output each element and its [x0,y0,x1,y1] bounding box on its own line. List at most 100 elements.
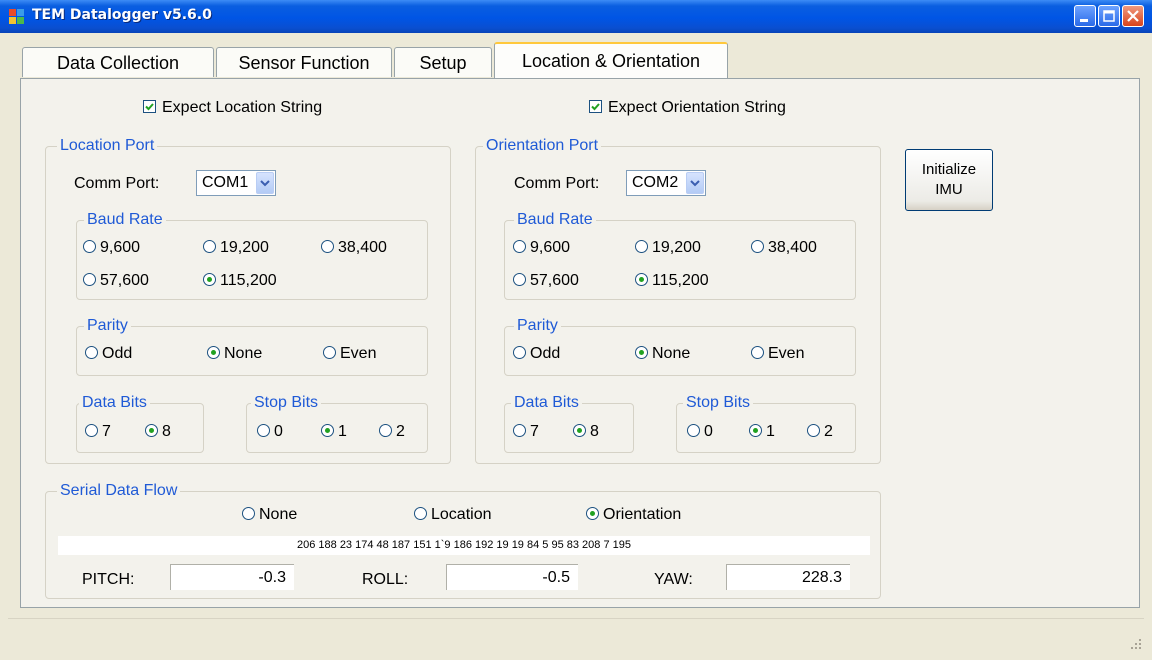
stop-bits-group: Stop Bits 0 1 2 [246,394,428,453]
data-bits-radio-8[interactable]: 8 [145,423,171,443]
roll-value-field[interactable]: -0.5 [446,564,578,590]
baud-radio-19200[interactable]: 19,200 [203,239,269,259]
radio-circle [573,424,586,437]
flow-radio-none[interactable]: None [242,506,297,526]
pitch-value-field[interactable]: -0.3 [170,564,294,590]
stop-bits-radio-2[interactable]: 2 [379,423,405,443]
baud-radio-9600[interactable]: 9,600 [83,239,140,259]
radio-label: 0 [274,423,283,440]
radio-circle [513,273,526,286]
radio-label: 57,600 [100,272,149,289]
tab-label: Setup [419,53,467,73]
baud-radio-9600[interactable]: 9,600 [513,239,570,259]
serial-data-flow-group: Serial Data Flow None Location Orientati… [45,482,881,599]
radio-label: 1 [766,423,775,440]
comm-port-select[interactable]: COM2 [626,170,706,196]
checkmark-icon [145,103,154,111]
comm-port-select[interactable]: COM1 [196,170,276,196]
radio-circle [687,424,700,437]
data-bits-group: Data Bits 7 8 [504,394,634,453]
radio-label: 19,200 [652,239,701,256]
chevron-down-icon [260,180,270,187]
parity-radio-none[interactable]: None [635,345,690,365]
baud-radio-38400[interactable]: 38,400 [321,239,387,259]
tab-panel: Expect Location String Expect Orientatio… [20,78,1140,608]
parity-radio-none[interactable]: None [207,345,262,365]
radio-label: None [224,345,263,362]
close-button[interactable] [1122,5,1144,27]
radio-label: Odd [102,345,133,362]
radio-label: 1 [338,423,347,440]
tab-setup[interactable]: Setup [394,47,492,77]
radio-circle [751,346,764,359]
dropdown-button[interactable] [256,172,274,194]
parity-radio-odd[interactable]: Odd [513,345,560,365]
radio-label: Even [768,345,805,362]
tab-sensor-function[interactable]: Sensor Function [216,47,392,77]
radio-label: 8 [162,423,171,440]
tab-data-collection[interactable]: Data Collection [22,47,214,77]
yaw-label: YAW: [654,571,693,588]
data-bits-group: Data Bits 7 8 [76,394,204,453]
stop-bits-radio-1[interactable]: 1 [749,423,775,443]
comm-port-label: Comm Port: [74,175,160,192]
tab-label: Location & Orientation [521,51,701,71]
radio-circle [635,240,648,253]
radio-circle [85,346,98,359]
parity-group: Parity Odd None Even [76,317,428,376]
baud-rate-group: Baud Rate 9,600 19,200 38,400 57,600 115… [504,211,856,300]
group-title: Baud Rate [514,211,596,229]
tab-location-orientation[interactable]: Location & Orientation [494,42,728,78]
radio-circle [586,507,599,520]
stop-bits-radio-1[interactable]: 1 [321,423,347,443]
flow-radio-orientation[interactable]: Orientation [586,506,681,526]
parity-radio-even[interactable]: Even [751,345,804,365]
radio-label: 7 [530,423,539,440]
radio-circle [203,273,216,286]
flow-radio-location[interactable]: Location [414,506,492,526]
maximize-button[interactable] [1098,5,1120,27]
minimize-icon [1080,19,1088,22]
maximize-icon [1103,10,1115,22]
data-bits-radio-8[interactable]: 8 [573,423,599,443]
group-title: Location Port [57,137,158,155]
dropdown-button[interactable] [686,172,704,194]
parity-radio-even[interactable]: Even [323,345,376,365]
radio-circle [807,424,820,437]
radio-circle [242,507,255,520]
initialize-imu-button[interactable]: Initialize IMU [905,149,993,211]
tab-label: Sensor Function [238,53,370,73]
parity-radio-odd[interactable]: Odd [85,345,132,365]
chevron-down-icon [690,180,700,187]
radio-circle [83,240,96,253]
radio-label: 38,400 [338,239,387,256]
checkbox-label: Expect Orientation String [608,99,786,116]
baud-radio-38400[interactable]: 38,400 [751,239,817,259]
pitch-label: PITCH: [82,571,135,588]
baud-radio-57600[interactable]: 57,600 [513,272,579,292]
baud-radio-57600[interactable]: 57,600 [83,272,149,292]
data-bits-radio-7[interactable]: 7 [513,423,539,443]
expect-orientation-checkbox[interactable]: Expect Orientation String [589,99,786,117]
group-title: Baud Rate [84,211,166,229]
resize-grip-icon[interactable] [1130,638,1142,650]
radio-circle [203,240,216,253]
stop-bits-radio-2[interactable]: 2 [807,423,833,443]
yaw-value-field[interactable]: 228.3 [726,564,850,590]
expect-location-checkbox[interactable]: Expect Location String [143,99,322,117]
minimize-button[interactable] [1074,5,1096,27]
app-window: TEM Datalogger v5.6.0 Data Collection Se… [0,0,1152,660]
button-label-line2: IMU [935,181,963,198]
comm-port-value: COM2 [632,174,679,191]
group-title: Data Bits [79,394,150,412]
stop-bits-radio-0[interactable]: 0 [257,423,283,443]
data-bits-radio-7[interactable]: 7 [85,423,111,443]
radio-label: 115,200 [652,272,709,289]
stop-bits-radio-0[interactable]: 0 [687,423,713,443]
title-bar[interactable]: TEM Datalogger v5.6.0 [0,0,1152,33]
baud-radio-115200[interactable]: 115,200 [203,272,277,292]
checkmark-icon [591,103,600,111]
baud-radio-115200[interactable]: 115,200 [635,272,709,292]
baud-radio-19200[interactable]: 19,200 [635,239,701,259]
radio-label: 57,600 [530,272,579,289]
